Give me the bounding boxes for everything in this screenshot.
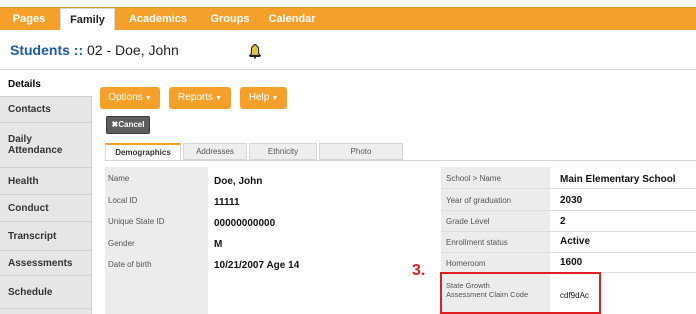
sidebar-item-conduct[interactable]: Conduct <box>0 195 92 222</box>
gender-label: Gender <box>108 239 135 248</box>
nav-tab-academics[interactable]: Academics <box>116 8 200 30</box>
sidebar-item-schedule[interactable]: Schedule <box>0 276 92 309</box>
reports-button[interactable]: Reports ▼ <box>169 87 231 109</box>
title-separator: :: <box>73 42 84 58</box>
tab-ethnicity[interactable]: Ethnicity <box>249 143 317 160</box>
row-divider <box>441 188 696 189</box>
sidebar-item-transcript[interactable]: Transcript <box>0 222 92 251</box>
sidebar-item-assessments[interactable]: Assessments <box>0 251 92 276</box>
highlight-box <box>440 272 601 314</box>
sidebar-item-contacts[interactable]: Contacts <box>0 97 92 123</box>
nav-tab-calendar[interactable]: Calendar <box>262 8 322 30</box>
students-link[interactable]: Students <box>10 42 70 58</box>
chevron-down-icon: ▼ <box>144 95 152 102</box>
bell-icon[interactable] <box>247 43 263 59</box>
top-strip <box>0 0 696 8</box>
main-content: Options ▼ Reports ▼ Help ▼ ✖Cancel Demograp… <box>93 72 696 314</box>
nav-tab-pages[interactable]: Pages <box>0 8 58 30</box>
name-value: Doe, John <box>214 176 263 187</box>
row-divider <box>441 231 696 232</box>
homeroom-value: 1600 <box>560 257 583 268</box>
cancel-button[interactable]: ✖Cancel <box>106 116 150 134</box>
year-of-graduation-value: 2030 <box>560 195 583 206</box>
homeroom-label: Homeroom <box>446 259 486 268</box>
reports-label: Reports <box>178 92 214 103</box>
row-divider <box>441 210 696 211</box>
page-header: Students :: 02 - Doe, John <box>0 30 696 70</box>
grade-level-label: Grade Level <box>446 217 490 226</box>
help-label: Help <box>248 92 270 103</box>
sidebar: Details Contacts Daily Attendance Health… <box>0 72 92 314</box>
sidebar-item-details[interactable]: Details <box>0 72 92 97</box>
school-name-value: Main Elementary School <box>560 174 676 185</box>
chevron-down-icon: ▼ <box>215 95 222 102</box>
demographics-panel: Name Doe, John Local ID 11111 Unique Sta… <box>105 167 696 314</box>
student-record-name: 02 - Doe, John <box>87 42 179 58</box>
enrollment-status-value: Active <box>560 236 591 247</box>
name-label: Name <box>108 174 130 183</box>
top-nav: Pages Family Academics Groups Calendar <box>0 8 696 30</box>
school-name-label: School > Name <box>446 174 501 183</box>
step-marker: 3. <box>412 262 426 279</box>
help-button[interactable]: Help ▼ <box>240 87 287 109</box>
unique-state-id-label: Unique State ID <box>108 217 165 226</box>
enrollment-status-label: Enrollment status <box>446 238 508 247</box>
sidebar-item-health[interactable]: Health <box>0 168 92 195</box>
subtab-bar: Demographics Addresses Ethnicity Photo <box>105 143 405 160</box>
local-id-label: Local ID <box>108 196 138 205</box>
grade-level-value: 2 <box>560 216 566 227</box>
date-of-birth-label: Date of birth <box>108 260 152 269</box>
nav-tab-groups[interactable]: Groups <box>203 8 257 30</box>
year-of-graduation-label: Year of graduation <box>446 196 512 205</box>
nav-tab-family[interactable]: Family <box>60 8 115 30</box>
cancel-label: Cancel <box>118 120 145 129</box>
page-title: Students :: 02 - Doe, John <box>10 42 179 58</box>
row-divider <box>441 252 696 253</box>
options-label: Options <box>108 92 143 103</box>
options-button[interactable]: Options ▼ <box>100 87 160 109</box>
chevron-down-icon: ▼ <box>271 95 279 102</box>
tab-photo[interactable]: Photo <box>319 143 403 160</box>
tab-addresses[interactable]: Addresses <box>183 143 247 160</box>
gender-value: M <box>214 239 223 250</box>
unique-state-id-value: 00000000000 <box>214 218 276 229</box>
local-id-value: 11111 <box>214 197 240 208</box>
tab-demographics[interactable]: Demographics <box>105 143 181 160</box>
date-of-birth-value: 10/21/2007 Age 14 <box>214 260 300 271</box>
sidebar-item-daily-attendance[interactable]: Daily Attendance <box>0 123 92 168</box>
tab-divider <box>105 160 696 161</box>
